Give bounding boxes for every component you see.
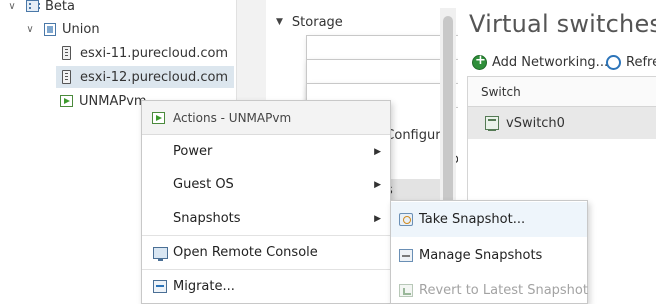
snapshots-submenu: Take Snapshot... Manage Snapshots Revert… xyxy=(390,200,588,304)
tree-item-beta[interactable]: ∨ Beta xyxy=(6,0,75,17)
chevron-down-icon[interactable]: ∨ xyxy=(6,0,18,12)
chevron-down-icon[interactable]: ∨ xyxy=(24,23,36,35)
menu-item-snapshots[interactable]: Snapshots ▶ xyxy=(142,202,390,235)
refresh-label: Refre xyxy=(626,54,656,70)
cluster-icon xyxy=(44,22,56,36)
menu-item-take-snapshot[interactable]: Take Snapshot... xyxy=(391,202,587,237)
submenu-arrow-icon: ▶ xyxy=(374,213,381,224)
menu-item-label: Snapshots xyxy=(173,211,241,226)
menu-item-guest-os[interactable]: Guest OS ▶ xyxy=(142,168,390,201)
vswitch-icon xyxy=(485,116,499,131)
menu-item-label: Open Remote Console xyxy=(173,245,318,260)
tree-item-esxi-11[interactable]: esxi-11.purecloud.com xyxy=(56,42,234,64)
page-title: Virtual switches xyxy=(469,10,656,38)
tree-item-label: esxi-11.purecloud.com xyxy=(80,45,229,61)
nav-section-label: Storage xyxy=(291,14,343,30)
add-networking-button[interactable]: Add Networking... xyxy=(472,52,608,72)
add-networking-label: Add Networking... xyxy=(492,54,609,70)
datacenter-icon xyxy=(26,0,40,12)
menu-item-label: Migrate... xyxy=(173,279,235,294)
host-icon xyxy=(62,46,71,60)
tree-item-union[interactable]: ∨ Union xyxy=(24,18,100,40)
tree-item-label: Union xyxy=(62,21,100,37)
table-row[interactable]: vSwitch0 xyxy=(468,107,656,139)
tree-item-label: Beta xyxy=(45,0,75,14)
manage-snapshots-icon xyxy=(399,249,413,262)
menu-item-migrate[interactable]: Migrate... xyxy=(142,270,390,303)
context-menu-header: Actions - UNMAPvm xyxy=(142,101,390,135)
submenu-arrow-icon: ▶ xyxy=(374,146,381,157)
menu-item-revert-snapshot[interactable]: Revert to Latest Snapshot xyxy=(391,273,588,304)
remote-console-icon xyxy=(153,246,168,261)
tree-item-esxi-12[interactable]: esxi-12.purecloud.com xyxy=(56,66,234,88)
menu-item-label: Power xyxy=(173,144,213,159)
refresh-icon xyxy=(606,54,621,70)
tree-item-unmapvm[interactable]: UNMAPvm xyxy=(56,90,147,112)
tree-item-label: esxi-12.purecloud.com xyxy=(80,69,229,85)
submenu-arrow-icon: ▶ xyxy=(374,179,381,190)
menu-item-label: Revert to Latest Snapshot xyxy=(419,283,588,298)
vm-icon xyxy=(152,111,165,124)
table-header-switch[interactable]: Switch xyxy=(468,77,656,107)
vm-icon xyxy=(60,95,73,107)
context-menu-title: Actions - UNMAPvm xyxy=(173,110,292,125)
nav-section-storage[interactable]: ▼ Storage xyxy=(266,11,343,33)
add-network-icon xyxy=(472,53,487,70)
menu-item-label: Guest OS xyxy=(173,177,234,192)
switch-name: vSwitch0 xyxy=(506,115,565,131)
revert-snapshot-icon xyxy=(399,284,413,297)
expand-triangle-icon[interactable]: ▼ xyxy=(276,17,283,27)
actions-context-menu: Actions - UNMAPvm Power ▶ Guest OS ▶ Sna… xyxy=(141,100,391,304)
menu-item-open-remote-console[interactable]: Open Remote Console xyxy=(142,236,390,269)
migrate-icon xyxy=(153,280,167,293)
menu-item-label: Take Snapshot... xyxy=(419,212,526,227)
take-snapshot-icon xyxy=(399,213,413,226)
refresh-button[interactable]: Refre xyxy=(606,52,656,72)
tree-item-label: UNMAPvm xyxy=(79,93,147,109)
menu-item-label: Manage Snapshots xyxy=(419,248,543,263)
menu-item-manage-snapshots[interactable]: Manage Snapshots xyxy=(391,238,587,273)
host-icon xyxy=(62,70,71,84)
menu-item-power[interactable]: Power ▶ xyxy=(142,135,390,168)
